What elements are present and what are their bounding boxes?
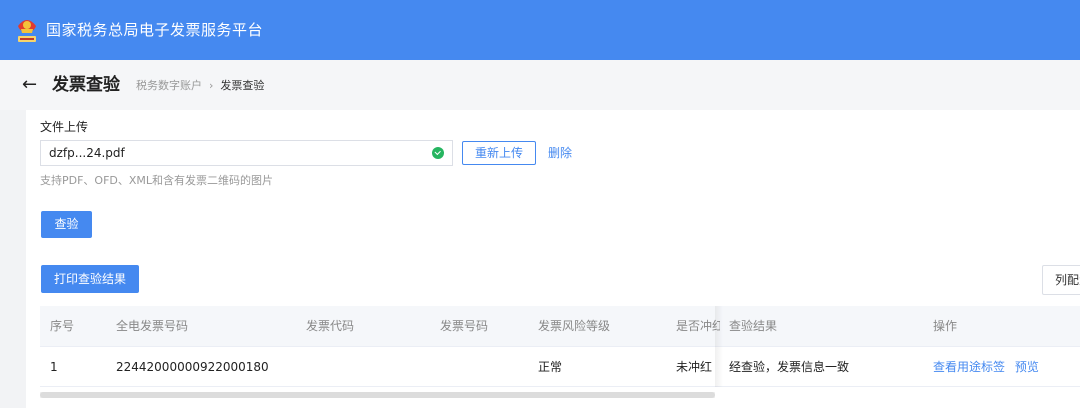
table-header: 序号 全电发票号码 发票代码 发票号码 发票风险等级 是否冲红 查验结果 操作	[40, 306, 1080, 347]
cell-invoice-code	[306, 347, 426, 386]
cell-full-invoice-number: 22442000000922000180	[116, 360, 269, 374]
breadcrumb-current: 发票查验	[220, 79, 265, 92]
breadcrumb: 税务数字账户 › 发票查验	[136, 79, 264, 93]
column-header-invoice-code: 发票代码	[306, 319, 355, 333]
uploaded-file-name: dzfp...24.pdf	[49, 146, 125, 160]
verify-button[interactable]: 查验	[41, 211, 92, 238]
breadcrumb-separator: ›	[209, 79, 214, 92]
column-header-result: 查验结果	[729, 319, 778, 333]
check-circle-icon	[432, 147, 444, 159]
table-row: 1 22442000000922000180 正常 未冲红 经查验，发票信息一致…	[40, 347, 1080, 387]
cell-actions: 查看用途标签 预览	[933, 347, 1080, 386]
site-title: 国家税务总局电子发票服务平台	[46, 21, 264, 39]
fixed-column-shadow	[715, 306, 723, 387]
print-results-button[interactable]: 打印查验结果	[41, 265, 139, 293]
scrollbar-thumb[interactable]	[40, 392, 715, 398]
table-horizontal-scrollbar[interactable]	[40, 392, 715, 398]
column-header-actions: 操作	[933, 319, 958, 333]
reupload-button[interactable]: 重新上传	[462, 141, 536, 165]
side-strip	[0, 110, 26, 408]
cell-index: 1	[50, 360, 58, 374]
page-title: 发票查验	[52, 75, 120, 95]
upload-hint: 支持PDF、OFD、XML和含有发票二维码的图片	[40, 174, 274, 187]
top-bar: 国家税务总局电子发票服务平台	[0, 0, 1080, 60]
cell-result: 经查验，发票信息一致	[729, 360, 850, 374]
column-config-button[interactable]: 列配置	[1042, 265, 1080, 295]
upload-label: 文件上传	[40, 120, 89, 134]
view-usage-tag-link[interactable]: 查看用途标签	[933, 360, 1005, 374]
delete-link[interactable]: 删除	[548, 146, 572, 160]
back-button[interactable]: ←	[22, 75, 37, 95]
cell-reversed: 未冲红	[676, 360, 713, 374]
column-header-invoice-number: 发票号码	[440, 319, 489, 333]
uploaded-file-field[interactable]: dzfp...24.pdf	[40, 140, 453, 166]
column-header-risk-level: 发票风险等级	[538, 319, 611, 333]
breadcrumb-parent[interactable]: 税务数字账户	[136, 79, 202, 92]
preview-link[interactable]: 预览	[1015, 360, 1039, 374]
cell-invoice-number	[440, 347, 530, 386]
cell-risk-level: 正常	[538, 360, 563, 374]
tax-emblem-icon	[18, 20, 36, 42]
column-header-reversed: 是否冲红	[676, 319, 720, 333]
column-header-index: 序号	[50, 319, 75, 333]
column-header-full-invoice-number: 全电发票号码	[116, 319, 189, 333]
